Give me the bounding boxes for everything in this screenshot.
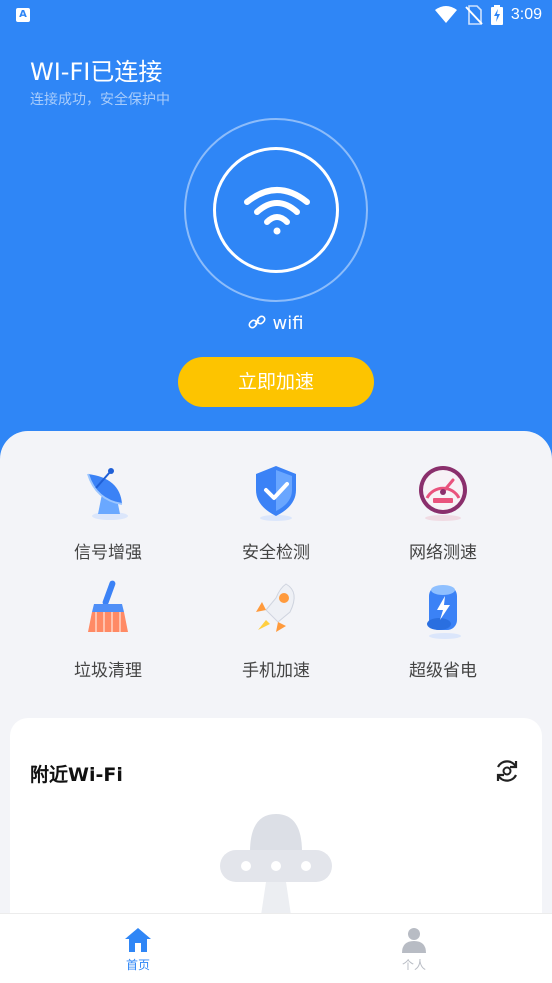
app-notification-icon: A	[16, 8, 30, 22]
ufo-empty-state-icon	[220, 814, 332, 922]
network-ssid: wifi	[272, 313, 304, 334]
broom-icon	[88, 580, 128, 632]
connection-title: WI-FI已连接	[30, 58, 163, 86]
boost-now-button[interactable]: 立即加速	[178, 357, 374, 407]
no-sim-icon	[465, 5, 483, 25]
nearby-wifi-title: 附近Wi-Fi	[30, 764, 123, 786]
feature-label: 超级省电	[409, 661, 477, 681]
network-name: wifi	[0, 313, 552, 334]
tab-profile-label: 个人	[401, 958, 426, 972]
satellite-dish-icon	[87, 468, 128, 520]
refresh-scan-icon[interactable]	[494, 758, 520, 784]
feature-label: 安全检测	[242, 543, 310, 563]
tab-home-label: 首页	[125, 958, 150, 972]
rocket-icon	[256, 583, 295, 632]
feature-signal-boost[interactable]: 信号增强	[38, 460, 178, 563]
battery-lightning-icon	[427, 585, 461, 639]
link-icon	[248, 315, 266, 329]
speedometer-icon	[419, 466, 467, 521]
status-bar: A 3:09	[0, 0, 552, 30]
feature-junk-clean[interactable]: 垃圾清理	[38, 578, 178, 681]
tab-profile[interactable]: 个人	[374, 926, 454, 973]
feature-label: 网络测速	[409, 543, 477, 563]
person-icon	[402, 928, 426, 953]
wifi-status-circle[interactable]	[213, 147, 339, 273]
clock: 3:09	[510, 6, 542, 23]
tab-home[interactable]: 首页	[98, 926, 178, 973]
home-icon	[125, 928, 151, 952]
wifi-icon	[244, 187, 310, 235]
feature-phone-boost[interactable]: 手机加速	[206, 578, 346, 681]
shield-check-icon	[256, 466, 296, 521]
feature-security-check[interactable]: 安全检测	[206, 460, 346, 563]
bottom-tab-bar: 首页 个人	[0, 913, 552, 983]
battery-charging-icon	[490, 5, 503, 25]
feature-speed-test[interactable]: 网络测速	[373, 460, 513, 563]
wifi-signal-icon	[434, 6, 457, 23]
connection-subtitle: 连接成功，安全保护中	[30, 92, 170, 108]
feature-label: 手机加速	[242, 661, 310, 681]
feature-label: 垃圾清理	[74, 661, 142, 681]
feature-power-saving[interactable]: 超级省电	[373, 578, 513, 681]
feature-label: 信号增强	[74, 543, 142, 563]
